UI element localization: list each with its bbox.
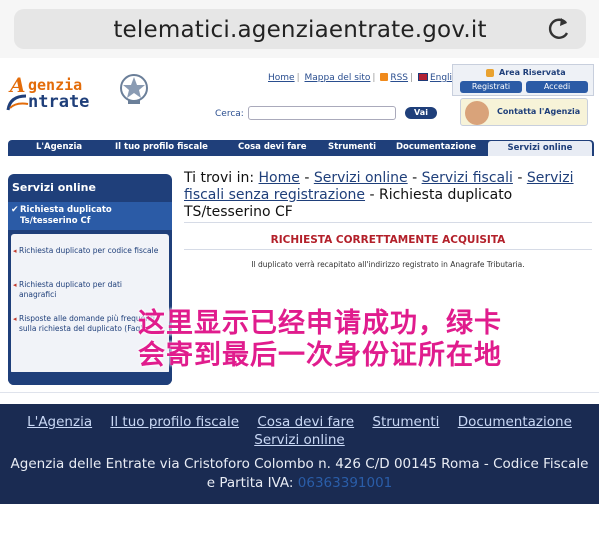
reload-icon[interactable]: [546, 15, 572, 43]
operator-avatar-icon: [465, 101, 489, 125]
nav-agenzia[interactable]: L'Agenzia: [36, 142, 82, 152]
link-sitemap[interactable]: Mappa del sito: [305, 73, 371, 83]
check-icon: ✔: [11, 205, 19, 215]
contact-label: Contatta l'Agenzia: [497, 107, 581, 116]
divider: [184, 222, 592, 223]
annotation-overlay: 这里显示已经申请成功，绿卡 会寄到最后一次身份证所在地: [138, 308, 593, 372]
nav-cosa-devi-fare[interactable]: Cosa devi fare: [238, 142, 307, 152]
sidebar-item-label: Risposte alle domande più frequenti sull…: [19, 314, 155, 333]
nav-servizi-online[interactable]: Servizi online: [488, 141, 592, 156]
footer-address: Agenzia delle Entrate via Cristoforo Col…: [0, 455, 599, 493]
sidebar-footer: [8, 372, 172, 385]
footer-links: L'Agenzia Il tuo profilo fiscale Cosa de…: [0, 414, 599, 430]
bullet-icon: ◂: [13, 315, 17, 323]
footer-link-profilo[interactable]: Il tuo profilo fiscale: [110, 414, 239, 430]
sidebar-item-codice-fiscale[interactable]: ◂ Richiesta duplicato per codice fiscale: [13, 246, 161, 256]
bullet-icon: ◂: [13, 281, 17, 289]
register-button[interactable]: Registrati: [460, 81, 522, 93]
footer-link-strumenti[interactable]: Strumenti: [372, 414, 439, 430]
link-home[interactable]: Home: [268, 73, 295, 83]
sidebar-item-label: Richiesta duplicato per dati anagrafici: [19, 280, 122, 299]
sidebar-title: Servizi online: [12, 181, 96, 194]
main-nav: L'Agenzia Il tuo profilo fiscale Cosa de…: [8, 140, 594, 156]
page-bottom: [0, 504, 599, 539]
nav-profilo-fiscale[interactable]: Il tuo profilo fiscale: [115, 142, 208, 152]
footer-address-line: Agenzia delle Entrate via Cristoforo Col…: [10, 456, 589, 472]
sidebar-active-label: Richiesta duplicato Ts/tesserino Cf: [20, 205, 112, 226]
logo-swoosh-icon: A: [6, 74, 29, 111]
logo-initial: A: [8, 74, 26, 97]
piva-value: 06363391001: [297, 475, 393, 491]
piva-label: e Partita IVA:: [206, 475, 294, 491]
annotation-line2: 会寄到最后一次身份证所在地: [138, 340, 502, 371]
annotation-line1: 这里显示已经申请成功，绿卡: [138, 308, 502, 339]
republic-emblem-icon: [120, 74, 148, 104]
address-field[interactable]: telematici.agenziaentrate.gov.it: [14, 9, 586, 49]
footer-links-row2: Servizi online: [0, 432, 599, 448]
area-riservata-title: Area Riservata: [499, 68, 566, 77]
search-input[interactable]: [248, 106, 396, 120]
logo-line2: ntrate: [28, 92, 90, 112]
search-label: Cerca:: [215, 109, 244, 119]
link-rss[interactable]: RSS: [390, 73, 408, 83]
breadcrumb-home[interactable]: Home: [259, 170, 300, 186]
footer-link-cosa-fare[interactable]: Cosa devi fare: [257, 414, 354, 430]
breadcrumb: Ti trovi in: Home - Servizi online - Ser…: [184, 170, 574, 220]
contact-agency-button[interactable]: Contatta l'Agenzia: [460, 98, 588, 126]
footer-piva-line: e Partita IVA: 06363391001: [0, 474, 599, 493]
breadcrumb-prefix: Ti trovi in:: [184, 170, 255, 186]
header-top-links: Home | Mappa del sito | RSS | English: [268, 73, 463, 83]
browser-url-bar: telematici.agenziaentrate.gov.it: [0, 0, 599, 58]
sidebar-item-active[interactable]: ✔ Richiesta duplicato Ts/tesserino Cf: [8, 202, 172, 230]
bullet-icon: ◂: [13, 247, 17, 255]
divider: [184, 249, 592, 250]
nav-strumenti[interactable]: Strumenti: [328, 142, 376, 152]
footer-link-documentazione[interactable]: Documentazione: [458, 414, 572, 430]
login-button[interactable]: Accedi: [526, 81, 588, 93]
search-button[interactable]: Vai: [405, 107, 437, 119]
nav-documentazione[interactable]: Documentazione: [396, 142, 476, 152]
breadcrumb-servizi-online[interactable]: Servizi online: [314, 170, 408, 186]
site-footer: L'Agenzia Il tuo profilo fiscale Cosa de…: [0, 404, 599, 504]
footer-link-agenzia[interactable]: L'Agenzia: [27, 414, 92, 430]
footer-link-servizi-online[interactable]: Servizi online: [254, 432, 344, 448]
url-text: telematici.agenziaentrate.gov.it: [113, 17, 487, 43]
success-heading: RICHIESTA CORRETTAMENTE ACQUISITA: [270, 234, 506, 246]
breadcrumb-servizi-fiscali[interactable]: Servizi fiscali: [422, 170, 513, 186]
uk-flag-icon: [417, 73, 428, 81]
sidebar-item-dati-anagrafici[interactable]: ◂ Richiesta duplicato per dati anagrafic…: [13, 280, 161, 300]
area-riservata-box: Area Riservata Registrati Accedi: [452, 64, 594, 96]
confirmation-message: Il duplicato verrà recapitato all'indiri…: [251, 260, 525, 269]
sidebar-item-label: Richiesta duplicato per codice fiscale: [19, 246, 159, 255]
divider: [0, 392, 599, 393]
rss-icon: [380, 73, 389, 81]
lock-icon: [486, 69, 494, 77]
